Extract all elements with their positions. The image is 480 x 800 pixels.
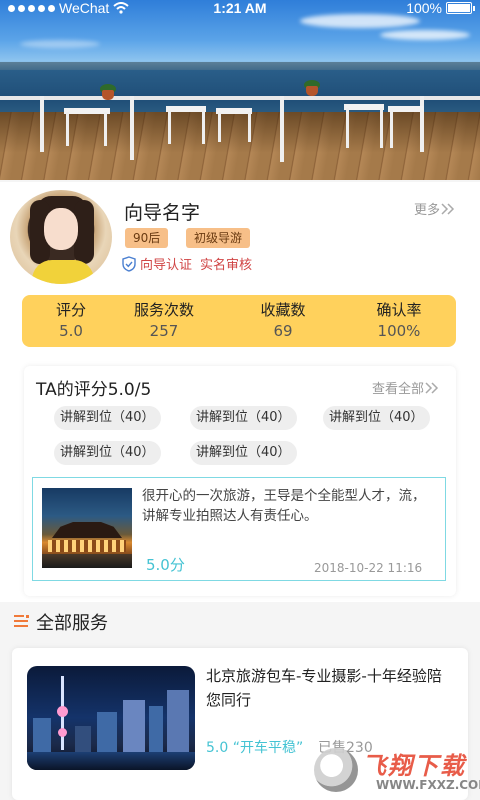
cert-guide: 向导认证 [140,258,193,273]
services-section-header: 全部服务 [12,609,108,635]
service-photo[interactable] [27,666,195,770]
status-bar: WeChat 1:21 AM 100% [0,0,480,18]
review-chip[interactable]: 讲解到位（40） [54,441,161,465]
more-label: 更多 [414,203,441,218]
tag-level: 初级导游 [186,228,251,248]
service-title: 北京旅游包车-专业摄影-十年经验陪您同行 [206,667,442,709]
stat-label: 确认率 [376,301,422,319]
cert-realname: 实名审核 [200,258,253,273]
watermark-text: 飞翔下载 [362,752,466,780]
review-date: 2018-10-22 11:16 [314,561,423,575]
battery-percent: 100% [406,0,442,16]
watermark-logo-icon [314,748,358,792]
review-score: 5.0分 [146,556,185,574]
hero-banner-image [0,0,480,180]
watermark-url: WWW.FXXZ.COM [376,778,480,792]
review-chip[interactable]: 讲解到位（40） [190,441,297,465]
stat-value: 100% [377,322,421,340]
double-chevron-right-icon [425,381,439,394]
review-photo[interactable] [42,488,132,568]
stat-value: 257 [149,322,179,340]
see-all-label: 查看全部 [372,382,425,397]
stat-label: 服务次数 [133,301,194,319]
guide-name: 向导名字 [124,202,201,224]
battery-icon [446,2,475,14]
stat-label: 收藏数 [260,301,306,319]
review-comment-text: 很开心的一次旅游，王导是个全能型人才，流，讲解专业拍照达人有责任心。 [142,488,426,524]
stats-bar: 评分 5.0 服务次数 257 收藏数 69 确认率 100% [22,295,456,347]
double-chevron-right-icon [441,202,455,215]
review-title: TA的评分5.0/5 [36,380,152,400]
certification-row: 向导认证 实名审核 [122,254,252,273]
more-link[interactable]: 更多 [414,199,456,218]
site-watermark: 飞翔下载 WWW.FXXZ.COM [314,744,480,798]
review-chip[interactable]: 讲解到位（40） [54,406,161,430]
service-rating-tag: 5.0 “开车平稳” [206,740,304,756]
stat-value: 69 [273,322,293,340]
list-icon [12,613,30,631]
tag-age: 90后 [125,228,169,248]
services-section-title: 全部服务 [36,613,108,634]
guide-avatar[interactable] [10,190,112,284]
see-all-reviews-link[interactable]: 查看全部 [372,378,440,397]
guide-profile-page: WeChat 1:21 AM 100% 向导名字 更多 90后 初级导游 向导认… [0,0,480,800]
review-chip[interactable]: 讲解到位（40） [190,406,297,430]
shield-check-icon [122,255,136,272]
review-chip[interactable]: 讲解到位（40） [323,406,430,430]
